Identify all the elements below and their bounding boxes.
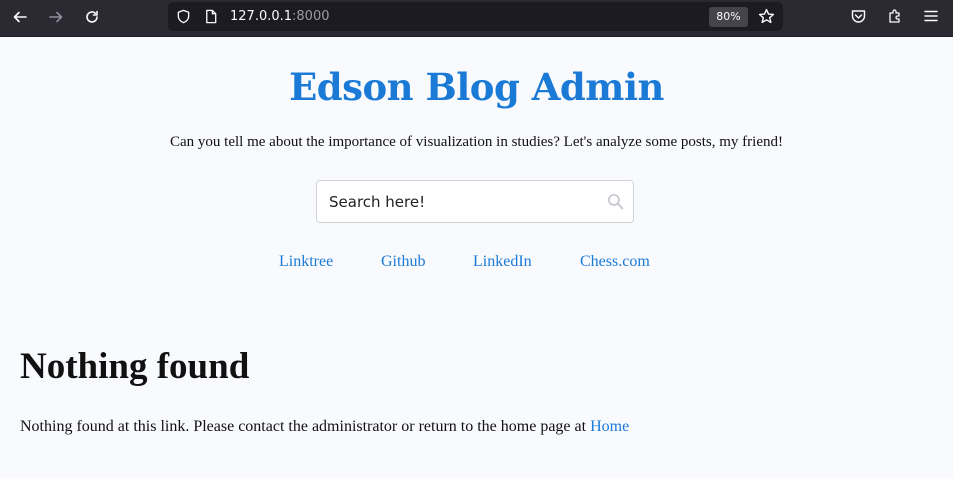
arrow-left-icon	[13, 11, 27, 23]
url-bar[interactable]: 127.0.0.1:8000 80%	[168, 2, 783, 31]
search-icon[interactable]	[607, 193, 624, 214]
site-title[interactable]: Edson Blog Admin	[0, 65, 953, 109]
star-icon[interactable]	[758, 8, 775, 25]
shield-icon[interactable]	[176, 9, 191, 24]
github-link[interactable]: Github	[381, 253, 425, 271]
linktree-link[interactable]: Linktree	[279, 253, 333, 271]
back-button[interactable]	[8, 6, 32, 28]
menu-icon[interactable]	[924, 9, 938, 23]
not-found-heading: Nothing found	[20, 346, 250, 387]
extensions-icon[interactable]	[887, 8, 903, 24]
home-link[interactable]: Home	[590, 418, 629, 435]
page-content: Edson Blog Admin Can you tell me about t…	[0, 37, 953, 478]
arrow-right-icon	[49, 11, 63, 23]
reload-icon	[86, 10, 98, 23]
zoom-level-badge[interactable]: 80%	[709, 7, 748, 27]
url-text[interactable]: 127.0.0.1:8000	[230, 9, 330, 24]
url-port: :8000	[292, 9, 330, 24]
linkedin-link[interactable]: LinkedIn	[473, 253, 532, 271]
reload-button[interactable]	[80, 6, 104, 28]
not-found-message-text: Nothing found at this link. Please conta…	[20, 418, 587, 435]
chess-com-link[interactable]: Chess.com	[580, 253, 650, 271]
pocket-icon[interactable]	[850, 8, 867, 24]
page-icon[interactable]	[204, 9, 218, 24]
search-box	[316, 180, 634, 223]
forward-button[interactable]	[44, 6, 68, 28]
browser-toolbar: 127.0.0.1:8000 80%	[0, 0, 953, 37]
site-tagline: Can you tell me about the importance of …	[170, 134, 783, 150]
search-input[interactable]	[317, 181, 597, 222]
not-found-message: Nothing found at this link. Please conta…	[20, 418, 629, 436]
url-host: 127.0.0.1	[230, 9, 293, 24]
